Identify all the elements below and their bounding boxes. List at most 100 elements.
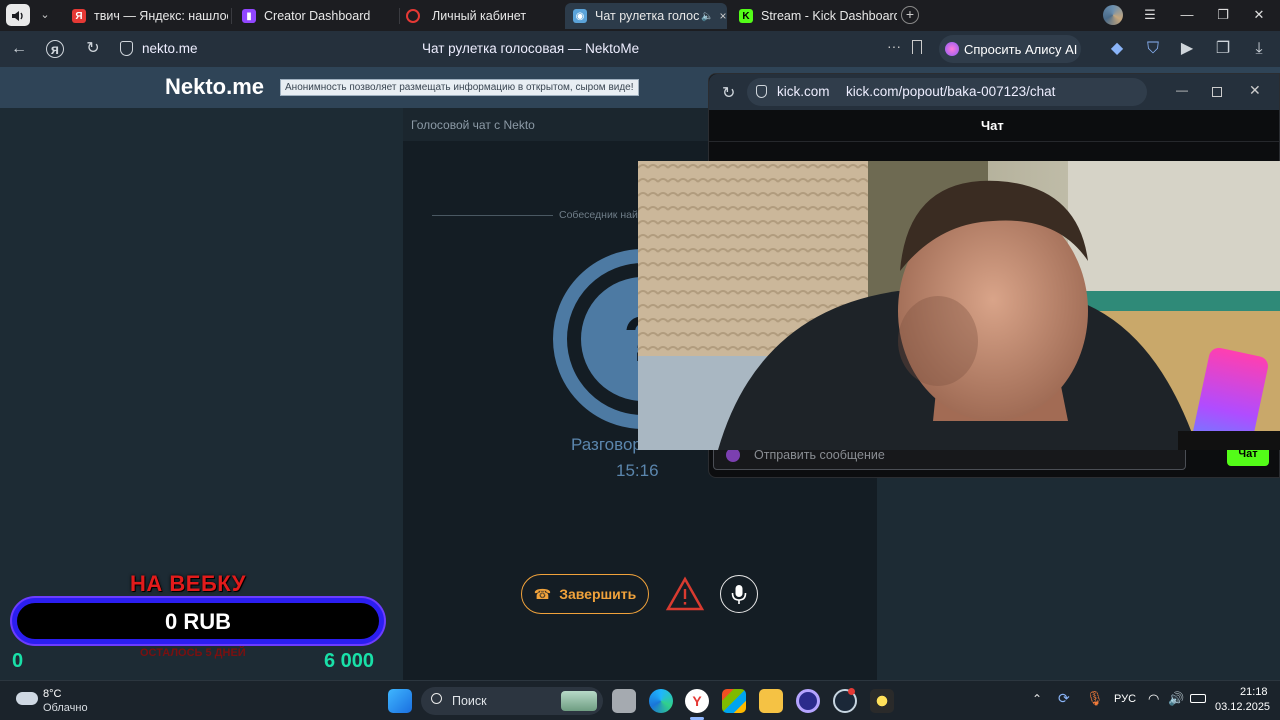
wifi-icon[interactable]: ◠ bbox=[1148, 691, 1159, 707]
tab-nekto-voice-chat[interactable]: ◉ Чат рулетка голосо 🔈 × bbox=[565, 3, 727, 29]
menu-icon[interactable]: ☰ bbox=[1139, 5, 1161, 25]
tab-kick-dashboard[interactable]: K Stream - Kick Dashboard bbox=[733, 3, 897, 29]
back-arrow-icon[interactable]: ← bbox=[8, 39, 30, 59]
tab-label: Чат рулетка голосо bbox=[595, 9, 699, 23]
profile-avatar[interactable] bbox=[1103, 5, 1123, 25]
popup-minimize-icon[interactable]: — bbox=[1176, 83, 1188, 97]
search-highlight-image bbox=[561, 691, 597, 711]
cloud-icon bbox=[16, 692, 38, 705]
weather-desc: Облачно bbox=[43, 702, 88, 714]
chat-header-divider bbox=[709, 141, 1279, 142]
tab-yandex-search[interactable]: Я твич — Яндекс: нашлось bbox=[66, 3, 228, 29]
tab-label: Creator Dashboard bbox=[264, 9, 371, 23]
file-explorer-icon[interactable] bbox=[759, 689, 783, 713]
emote-icon[interactable] bbox=[726, 448, 740, 462]
tab-audio-icon[interactable]: 🔈 bbox=[701, 11, 713, 22]
page-title: Чат рулетка голосовая — NektoMe bbox=[422, 41, 640, 56]
hang-up-icon: ☎ bbox=[533, 585, 552, 602]
tab-label: Личный кабинет bbox=[432, 9, 527, 23]
nekto-tagline: Анонимность позволяет размещать информац… bbox=[280, 79, 639, 96]
store-icon[interactable] bbox=[722, 689, 746, 713]
clock-time[interactable]: 21:18 bbox=[1240, 686, 1268, 698]
popup-address-field[interactable]: kick.com kick.com/popout/baka-007123/cha… bbox=[747, 78, 1147, 106]
tab-label: твич — Яндекс: нашлось bbox=[94, 9, 228, 23]
browser-toolbar: ← я ↻ nekto.me Чат рулетка голосовая — N… bbox=[0, 31, 1280, 67]
tab-personal-account[interactable]: Личный кабинет bbox=[402, 3, 562, 29]
start-windows-icon[interactable] bbox=[388, 689, 412, 713]
close-icon[interactable]: ✕ bbox=[1248, 5, 1270, 25]
media-play-icon[interactable]: ▶ bbox=[1176, 39, 1198, 59]
tab-label: Stream - Kick Dashboard bbox=[761, 9, 897, 23]
webcam-feed bbox=[638, 161, 1280, 450]
popup-maximize-icon[interactable] bbox=[1212, 87, 1222, 97]
goal-min: 0 bbox=[12, 650, 24, 672]
search-icon bbox=[431, 693, 442, 704]
twitch-icon: ▮ bbox=[242, 9, 256, 23]
obs-icon[interactable] bbox=[796, 689, 820, 713]
collections-icon[interactable]: ❐ bbox=[1212, 39, 1234, 59]
mic-tray-icon[interactable]: 🎙 bbox=[1086, 690, 1104, 707]
opera-icon bbox=[406, 9, 420, 23]
notification-dot bbox=[848, 688, 855, 695]
clock-date[interactable]: 03.12.2025 bbox=[1215, 701, 1270, 713]
popup-close-icon[interactable]: ✕ bbox=[1249, 82, 1261, 99]
overlay-title: НА ВЕБКУ bbox=[130, 571, 246, 596]
chat-header-title: Чат bbox=[981, 118, 1004, 133]
address-field[interactable]: nekto.me Чат рулетка голосовая — NektoMe… bbox=[112, 35, 935, 63]
donation-goal-overlay: НА ВЕБКУ 0 RUB ОСТАЛОСЬ 5 ДНЕЙ 0 6 000 bbox=[10, 568, 388, 678]
sync-icon[interactable]: ⟳ bbox=[1058, 690, 1070, 707]
reload-icon[interactable]: ↻ bbox=[82, 39, 104, 59]
divider-line bbox=[432, 215, 553, 216]
alice-icon bbox=[945, 42, 959, 56]
popup-shield-icon bbox=[756, 85, 767, 98]
kick-icon: K bbox=[739, 9, 753, 23]
task-view-icon[interactable] bbox=[612, 689, 636, 713]
nekto-icon: ◉ bbox=[573, 9, 587, 23]
restore-icon[interactable]: ❐ bbox=[1212, 5, 1234, 25]
goal-progress-bar: 0 RUB bbox=[12, 598, 384, 644]
end-call-button[interactable]: ☎ Завершить bbox=[521, 574, 649, 614]
ask-alice-button[interactable]: Спросить Алису AI bbox=[939, 35, 1081, 63]
tab-close-icon[interactable]: × bbox=[719, 9, 726, 23]
yandex-browser-taskbar-icon[interactable]: Y bbox=[685, 689, 709, 713]
taskbar-search[interactable]: Поиск bbox=[421, 687, 603, 715]
battery-icon[interactable] bbox=[1190, 694, 1206, 703]
windows-taskbar: 8°C Облачно Поиск Y ⌃ ⟳ 🎙 РУС ◠ 🔊 21:18 … bbox=[0, 680, 1280, 720]
nekto-logo[interactable]: Nekto.me bbox=[165, 74, 264, 100]
search-placeholder: Поиск bbox=[452, 694, 487, 708]
message-placeholder: Отправить сообщение bbox=[754, 448, 885, 462]
download-icon[interactable]: ⤓ bbox=[1248, 39, 1270, 59]
microphone-button[interactable] bbox=[720, 575, 758, 613]
tabs-menu-chevron-icon[interactable]: ⌄ bbox=[38, 8, 52, 22]
app-star-icon[interactable] bbox=[870, 689, 894, 713]
minimize-icon[interactable]: — bbox=[1176, 5, 1198, 25]
bookmark-icon[interactable] bbox=[912, 40, 922, 54]
popup-url-domain: kick.com bbox=[777, 84, 830, 99]
address-domain: nekto.me bbox=[142, 41, 198, 56]
volume-icon[interactable]: 🔊 bbox=[1168, 691, 1184, 707]
yandex-home-icon[interactable]: я bbox=[46, 40, 64, 58]
extension-shield-icon[interactable]: ⛉ bbox=[1142, 39, 1164, 59]
extension-game-icon[interactable]: ◆ bbox=[1106, 39, 1128, 59]
shield-icon[interactable] bbox=[120, 41, 133, 56]
goal-max: 6 000 bbox=[324, 650, 375, 672]
goal-amount: 0 RUB bbox=[164, 609, 231, 634]
tray-chevron-icon[interactable]: ⌃ bbox=[1032, 692, 1042, 706]
browser-tab-bar: ⌄ Я твич — Яндекс: нашлось ▮ Creator Das… bbox=[0, 0, 1280, 31]
divider-text: Собеседник най bbox=[559, 209, 638, 221]
popup-url-path: kick.com/popout/baka-007123/chat bbox=[846, 84, 1056, 99]
weather-temp: 8°C bbox=[43, 688, 62, 700]
more-icon[interactable]: ··· bbox=[887, 38, 901, 54]
call-timer: 15:16 bbox=[616, 461, 659, 480]
language-indicator[interactable]: РУС bbox=[1114, 693, 1136, 705]
tab-creator-dashboard[interactable]: ▮ Creator Dashboard bbox=[236, 3, 396, 29]
call-status: Разговор bbox=[571, 435, 642, 454]
new-tab-button[interactable]: + bbox=[901, 6, 919, 24]
popup-reload-icon[interactable]: ↻ bbox=[722, 83, 735, 103]
panel-title: Голосовой чат с Nekto bbox=[411, 118, 535, 132]
weather-widget[interactable]: 8°C Облачно bbox=[14, 687, 104, 715]
speaker-icon bbox=[11, 9, 24, 21]
edge-icon[interactable] bbox=[649, 689, 673, 713]
report-warning-icon[interactable] bbox=[665, 576, 705, 612]
goal-subtitle: ОСТАЛОСЬ 5 ДНЕЙ bbox=[140, 647, 246, 659]
